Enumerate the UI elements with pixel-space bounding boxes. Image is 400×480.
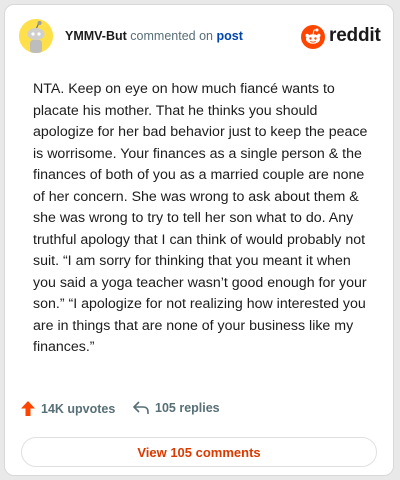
replies-count: 105 replies xyxy=(155,401,220,415)
upvotes-count: 14K upvotes xyxy=(41,401,116,416)
comment-body: NTA. Keep on eye on how much fiancé want… xyxy=(33,81,368,355)
comment-card: YMMV-But commented on post reddit NTA. K… xyxy=(4,4,394,476)
upvotes-stat[interactable]: 14K upvotes xyxy=(21,401,115,416)
username[interactable]: YMMV-But xyxy=(65,29,127,43)
commented-on-text: commented on xyxy=(130,29,213,43)
comment-stats: 14K upvotes 105 replies xyxy=(21,401,377,423)
comment-meta: YMMV-But commented on post xyxy=(65,29,243,43)
snoo-avatar-icon xyxy=(19,19,53,53)
user-avatar[interactable] xyxy=(19,19,53,53)
upvote-arrow-icon xyxy=(21,401,35,416)
reddit-brand[interactable]: reddit xyxy=(301,23,381,51)
reddit-wordmark: reddit xyxy=(329,25,381,46)
replies-stat[interactable]: 105 replies xyxy=(133,401,220,415)
view-comments-button[interactable]: View 105 comments xyxy=(21,437,377,467)
reply-arrow-icon xyxy=(133,401,149,414)
comment-header: YMMV-But commented on post reddit xyxy=(19,19,381,55)
reddit-logo-icon xyxy=(301,25,325,49)
post-link[interactable]: post xyxy=(216,29,242,43)
